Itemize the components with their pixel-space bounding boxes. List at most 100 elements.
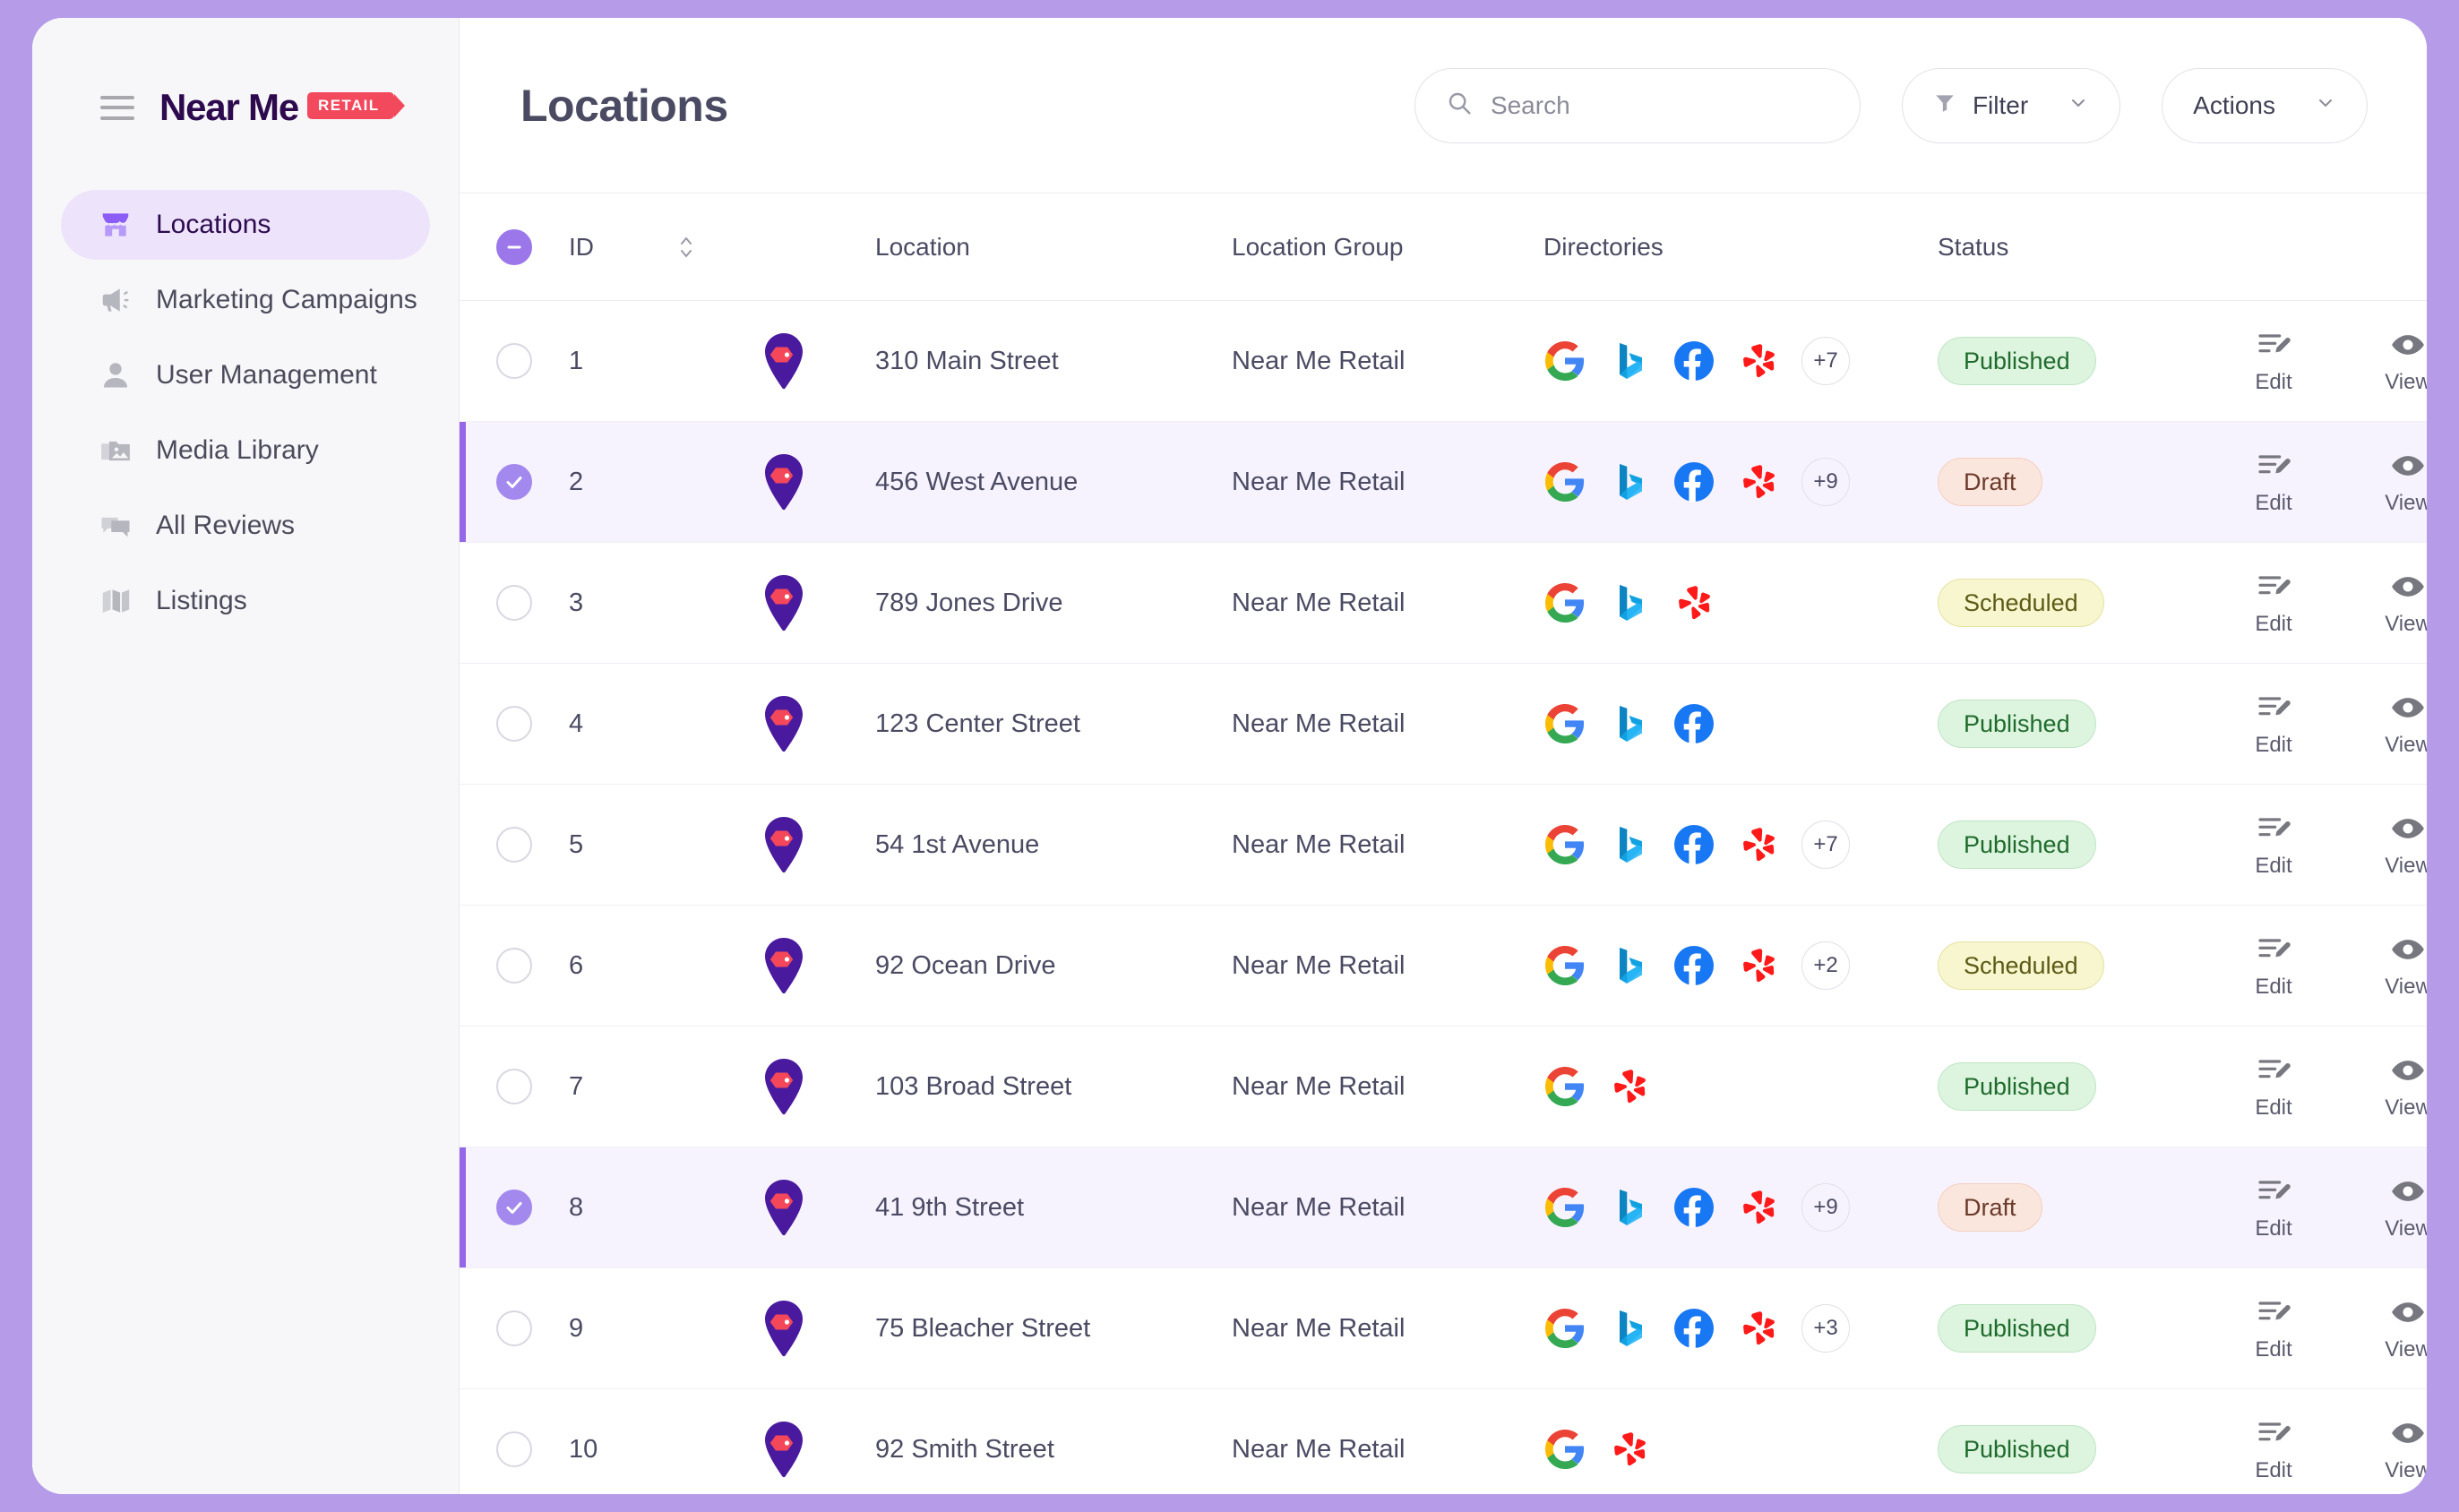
- table-row[interactable]: 8 41 9th Street Near Me Retail +9 Draft Edit V…: [460, 1147, 2427, 1268]
- directory-icon-google[interactable]: [1543, 944, 1586, 987]
- column-header-directories[interactable]: Directories: [1543, 233, 1938, 262]
- search-input[interactable]: Search: [1414, 67, 1861, 143]
- column-header-status[interactable]: Status: [1938, 233, 2206, 262]
- row-checkbox[interactable]: [496, 1190, 532, 1225]
- directory-icon-yelp[interactable]: [1672, 581, 1715, 624]
- directory-icon-yelp[interactable]: [1608, 1428, 1651, 1471]
- column-header-id[interactable]: ID: [569, 233, 675, 262]
- sidebar-item-user-management[interactable]: User Management: [61, 340, 430, 410]
- table-row[interactable]: 5 54 1st Avenue Near Me Retail +7 Published E…: [460, 785, 2427, 906]
- directory-icon-bing[interactable]: [1608, 944, 1651, 987]
- row-checkbox[interactable]: [496, 948, 532, 984]
- directory-icon-yelp[interactable]: [1737, 460, 1780, 503]
- edit-button[interactable]: Edit: [2206, 1415, 2341, 1483]
- sidebar-item-locations[interactable]: Locations: [61, 190, 430, 260]
- edit-button[interactable]: Edit: [2206, 932, 2341, 1000]
- table-row[interactable]: 4 123 Center Street Near Me Retail Publishe…: [460, 664, 2427, 785]
- sidebar-item-media-library[interactable]: Media Library: [61, 416, 430, 485]
- edit-button[interactable]: Edit: [2206, 1294, 2341, 1362]
- directory-icon-bing[interactable]: [1608, 1186, 1651, 1229]
- filter-button[interactable]: Filter: [1901, 67, 2121, 143]
- directory-icon-google[interactable]: [1543, 581, 1586, 624]
- directory-icon-facebook[interactable]: [1672, 702, 1715, 745]
- directory-icon-google[interactable]: [1543, 1307, 1586, 1350]
- row-checkbox[interactable]: [496, 585, 532, 621]
- directory-icon-bing[interactable]: [1608, 460, 1651, 503]
- row-checkbox[interactable]: [496, 1310, 532, 1346]
- table-row[interactable]: 1 310 Main Street Near Me Retail +7 Publishe…: [460, 301, 2427, 422]
- directory-icon-google[interactable]: [1543, 1065, 1586, 1108]
- view-button[interactable]: View: [2341, 690, 2427, 758]
- directory-icon-google[interactable]: [1543, 702, 1586, 745]
- directory-icon-yelp[interactable]: [1737, 339, 1780, 382]
- view-button[interactable]: View: [2341, 327, 2427, 395]
- directories-overflow-badge[interactable]: +7: [1801, 337, 1850, 385]
- row-checkbox[interactable]: [496, 464, 532, 500]
- column-header-location-group[interactable]: Location Group: [1232, 233, 1543, 262]
- edit-button[interactable]: Edit: [2206, 569, 2341, 637]
- directory-icon-facebook[interactable]: [1672, 1186, 1715, 1229]
- directory-icon-bing[interactable]: [1608, 702, 1651, 745]
- view-button[interactable]: View: [2341, 1173, 2427, 1241]
- directories-overflow-badge[interactable]: +9: [1801, 458, 1850, 506]
- table-row[interactable]: 7 103 Broad Street Near Me Retail Published…: [460, 1027, 2427, 1147]
- row-location: 789 Jones Drive: [875, 588, 1063, 617]
- directory-icon-bing[interactable]: [1608, 581, 1651, 624]
- directory-icon-yelp[interactable]: [1737, 944, 1780, 987]
- edit-button[interactable]: Edit: [2206, 1173, 2341, 1241]
- hamburger-icon[interactable]: [100, 95, 134, 120]
- directories-overflow-badge[interactable]: +9: [1801, 1183, 1850, 1232]
- view-button[interactable]: View: [2341, 932, 2427, 1000]
- view-label: View: [2385, 1337, 2427, 1362]
- row-checkbox[interactable]: [496, 1431, 532, 1467]
- sidebar-item-all-reviews[interactable]: All Reviews: [61, 491, 430, 561]
- row-checkbox[interactable]: [496, 706, 532, 742]
- directory-icon-yelp[interactable]: [1737, 1186, 1780, 1229]
- directory-icon-facebook[interactable]: [1672, 460, 1715, 503]
- row-checkbox[interactable]: [496, 1069, 532, 1104]
- row-checkbox[interactable]: [496, 343, 532, 379]
- edit-button[interactable]: Edit: [2206, 811, 2341, 879]
- directory-icon-google[interactable]: [1543, 823, 1586, 866]
- edit-button[interactable]: Edit: [2206, 448, 2341, 516]
- directory-icon-google[interactable]: [1543, 339, 1586, 382]
- directory-icon-yelp[interactable]: [1608, 1065, 1651, 1108]
- table-row[interactable]: 6 92 Ocean Drive Near Me Retail +2 Scheduled…: [460, 906, 2427, 1027]
- view-button[interactable]: View: [2341, 448, 2427, 516]
- directories-overflow-badge[interactable]: +3: [1801, 1304, 1850, 1353]
- row-checkbox[interactable]: [496, 827, 532, 863]
- table-row[interactable]: 2 456 West Avenue Near Me Retail +9 Draft Edi…: [460, 422, 2427, 543]
- directory-icon-bing[interactable]: [1608, 823, 1651, 866]
- edit-button[interactable]: Edit: [2206, 327, 2341, 395]
- table-row[interactable]: 10 92 Smith Street Near Me Retail Published…: [460, 1389, 2427, 1494]
- directory-icon-bing[interactable]: [1608, 1307, 1651, 1350]
- view-button[interactable]: View: [2341, 1415, 2427, 1483]
- directory-icon-facebook[interactable]: [1672, 823, 1715, 866]
- view-button[interactable]: View: [2341, 811, 2427, 879]
- directory-icon-google[interactable]: [1543, 1186, 1586, 1229]
- table-row[interactable]: 9 75 Bleacher Street Near Me Retail +3 Publi…: [460, 1268, 2427, 1389]
- directory-icon-facebook[interactable]: [1672, 339, 1715, 382]
- directories-overflow-badge[interactable]: +2: [1801, 941, 1850, 990]
- select-all-checkbox[interactable]: [496, 228, 532, 265]
- directory-icon-facebook[interactable]: [1672, 1307, 1715, 1350]
- actions-button[interactable]: Actions: [2162, 67, 2368, 143]
- view-button[interactable]: View: [2341, 569, 2427, 637]
- view-button[interactable]: View: [2341, 1052, 2427, 1121]
- column-header-location[interactable]: Location: [875, 233, 1232, 262]
- directory-icon-bing[interactable]: [1608, 339, 1651, 382]
- directory-icon-google[interactable]: [1543, 1428, 1586, 1471]
- sort-arrows-icon[interactable]: [675, 229, 761, 265]
- directory-icon-yelp[interactable]: [1737, 823, 1780, 866]
- directory-icon-facebook[interactable]: [1672, 944, 1715, 987]
- view-button[interactable]: View: [2341, 1294, 2427, 1362]
- directories-overflow-badge[interactable]: +7: [1801, 820, 1850, 869]
- directory-icon-google[interactable]: [1543, 460, 1586, 503]
- edit-button[interactable]: Edit: [2206, 690, 2341, 758]
- edit-button[interactable]: Edit: [2206, 1052, 2341, 1121]
- directory-icon-yelp[interactable]: [1737, 1307, 1780, 1350]
- row-location-group: Near Me Retail: [1232, 950, 1406, 980]
- sidebar-item-listings[interactable]: Listings: [61, 566, 430, 636]
- table-row[interactable]: 3 789 Jones Drive Near Me Retail Scheduled E…: [460, 543, 2427, 664]
- sidebar-item-marketing-campaigns[interactable]: Marketing Campaigns: [61, 265, 430, 335]
